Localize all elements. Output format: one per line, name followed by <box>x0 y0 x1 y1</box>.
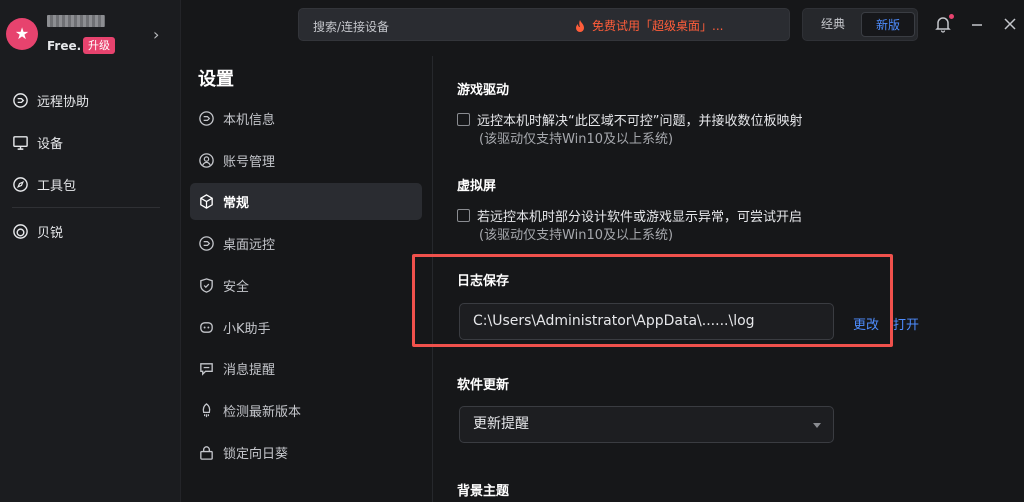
flame-icon <box>576 19 584 32</box>
notification-dot <box>949 14 954 19</box>
settings-item-label: 本机信息 <box>223 113 276 128</box>
search-bar[interactable]: 搜索/连接设备 免费试用「超级桌面」... <box>298 8 790 41</box>
profile-card[interactable]: ★ Free. 升级 › <box>0 0 181 68</box>
avatar[interactable]: ★ <box>6 18 38 50</box>
settings-item-label: 检测最新版本 <box>223 405 302 420</box>
promo-text: 免费试用「超级桌面」... <box>592 19 724 33</box>
game-driver-label: 远控本机时解决“此区域不可控”问题，并接收数位板映射 <box>477 114 803 129</box>
settings-item-general[interactable]: 常规 <box>190 183 422 220</box>
minimize-icon[interactable] <box>968 15 986 33</box>
open-folder-link[interactable]: 打开 <box>893 314 919 333</box>
message-icon <box>200 363 213 376</box>
nav-item-devices[interactable]: 设备 <box>12 131 63 153</box>
compass-icon <box>13 176 28 192</box>
nav-item-oray[interactable]: 贝锐 <box>12 220 63 242</box>
shield-icon <box>200 278 213 293</box>
settings-item-label: 消息提醒 <box>223 363 276 378</box>
settings-item-messages[interactable]: 消息提醒 <box>190 350 422 387</box>
left-nav: ★ Free. 升级 › 远程协助 设备 工具包 贝锐 <box>0 0 181 502</box>
settings-item-check-update[interactable]: 检测最新版本 <box>190 392 422 429</box>
settings-item-security[interactable]: 安全 <box>190 267 422 304</box>
username-masked <box>47 15 105 27</box>
settings-item-label: 安全 <box>223 280 250 295</box>
cube-icon <box>200 194 213 209</box>
nav-item-remote-assist[interactable]: 远程协助 <box>12 89 89 111</box>
settings-item-account[interactable]: 账号管理 <box>190 142 422 179</box>
settings-item-lock[interactable]: 锁定向日葵 <box>190 434 422 471</box>
upgrade-badge[interactable]: 升级 <box>83 37 115 54</box>
lock-icon <box>200 446 213 460</box>
caret-down-icon <box>813 423 821 428</box>
nav-item-label: 工具包 <box>37 178 77 194</box>
search-placeholder: 搜索/连接设备 <box>313 20 390 34</box>
highlight-box <box>412 254 893 347</box>
game-driver-checkbox[interactable] <box>457 113 470 126</box>
update-mode-value: 更新提醒 <box>473 416 529 432</box>
game-driver-option[interactable]: 远控本机时解决“此区域不可控”问题，并接收数位板映射 <box>457 110 802 129</box>
view-toggle: 经典 新版 <box>802 8 918 41</box>
view-classic-button[interactable]: 经典 <box>807 12 859 37</box>
settings-item-label: 小K助手 <box>223 322 271 337</box>
settings-item-assistant[interactable]: 小K助手 <box>190 309 422 346</box>
game-driver-note: (该驱动仅支持Win10及以上系统) <box>479 132 674 147</box>
settings-item-desktop-remote[interactable]: 桌面远控 <box>190 225 422 262</box>
nav-divider <box>12 207 160 208</box>
device-info-icon <box>199 111 214 126</box>
close-icon[interactable] <box>1001 15 1019 33</box>
monitor-icon <box>13 135 28 150</box>
settings-item-label: 账号管理 <box>223 155 276 170</box>
virtual-screen-option[interactable]: 若远控本机时部分设计软件或游戏显示异常，可尝试开启 <box>457 206 802 225</box>
nav-item-label: 贝锐 <box>37 225 64 241</box>
star-icon: ★ <box>14 24 30 43</box>
update-icon <box>202 403 211 418</box>
section-title-software-update: 软件更新 <box>457 378 510 393</box>
settings-item-label: 锁定向日葵 <box>223 447 289 462</box>
section-title-background-theme: 背景主题 <box>457 484 510 499</box>
chevron-right-icon[interactable]: › <box>153 25 159 44</box>
section-title-game-driver: 游戏驱动 <box>457 83 510 98</box>
view-new-button[interactable]: 新版 <box>861 12 915 37</box>
settings-item-label: 桌面远控 <box>223 238 276 253</box>
settings-title: 设置 <box>198 69 234 90</box>
nav-item-toolkit[interactable]: 工具包 <box>12 173 76 195</box>
section-title-virtual-screen: 虚拟屏 <box>457 179 497 194</box>
brand-ring-icon <box>13 223 28 239</box>
nav-item-label: 远程协助 <box>37 94 90 110</box>
virtual-screen-label: 若远控本机时部分设计软件或游戏显示异常，可尝试开启 <box>477 210 803 225</box>
desktop-remote-icon <box>199 236 214 251</box>
virtual-screen-checkbox[interactable] <box>457 209 470 222</box>
nav-item-label: 设备 <box>37 136 64 152</box>
virtual-screen-note: (该驱动仅支持Win10及以上系统) <box>479 228 674 243</box>
remote-assist-icon <box>13 92 28 108</box>
settings-item-label: 常规 <box>223 196 250 211</box>
settings-item-device-info[interactable]: 本机信息 <box>190 100 422 137</box>
assistant-icon <box>200 322 213 333</box>
promo-banner[interactable]: 免费试用「超级桌面」... <box>574 17 723 34</box>
account-icon <box>199 153 214 168</box>
plan-label: Free. <box>47 39 82 53</box>
update-mode-select[interactable]: 更新提醒 <box>459 406 834 443</box>
